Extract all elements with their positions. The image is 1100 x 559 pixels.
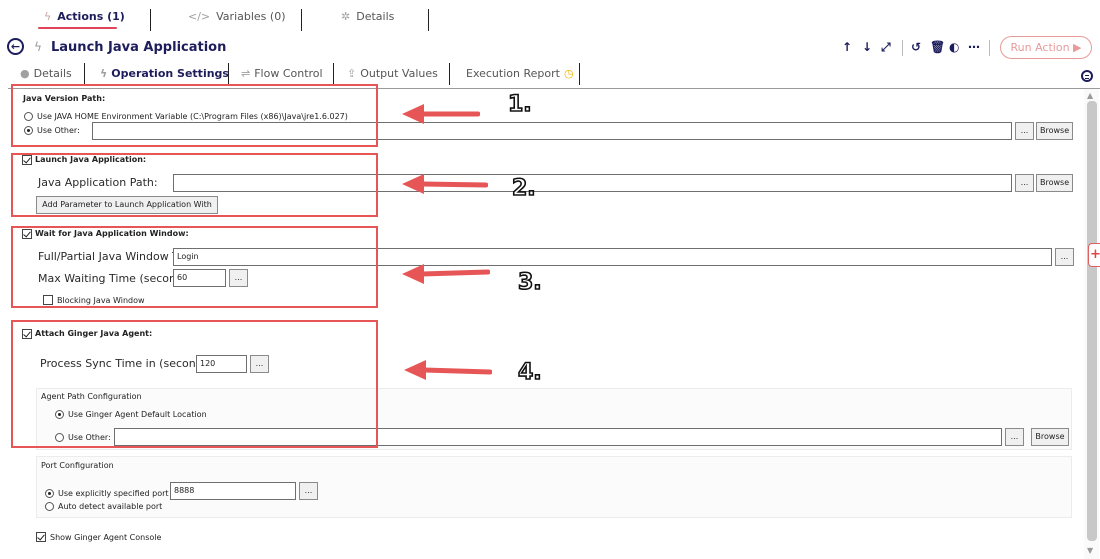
subtab-flow-control-label: Flow Control xyxy=(254,67,323,80)
tab-divider xyxy=(428,9,429,31)
annotation-arrow-2 xyxy=(402,174,488,194)
ellipsis-button[interactable]: ... xyxy=(1055,248,1074,266)
more-icon[interactable]: ⋯ xyxy=(968,40,980,54)
browse-button[interactable]: Browse xyxy=(1031,428,1069,446)
subtab-execution-report-label: Execution Report xyxy=(466,67,560,80)
ellipsis-button[interactable]: ... xyxy=(1005,428,1024,446)
run-action-button[interactable]: Run Action ▶ xyxy=(1000,36,1092,59)
tab-divider xyxy=(150,9,151,31)
annotation-step-2: 2. xyxy=(511,175,536,202)
tab-details-label: Details xyxy=(356,10,395,23)
clock-icon: ◷ xyxy=(563,67,574,80)
toolbar-divider xyxy=(902,40,903,56)
tab-variables-label: Variables (0) xyxy=(216,10,286,23)
explicit-port-label: Use explicitly specified port xyxy=(58,489,169,498)
tab-variables[interactable]: </> Variables (0) xyxy=(188,10,286,23)
back-icon[interactable]: ← xyxy=(7,38,24,55)
subtab-flow-control[interactable]: ⇌ Flow Control xyxy=(241,67,323,80)
radio-explicit-port[interactable] xyxy=(45,489,54,498)
active-tab-underline xyxy=(38,27,117,29)
subtab-details-label: Details xyxy=(33,67,72,80)
show-console-label: Show Ginger Agent Console xyxy=(50,533,162,542)
annotation-step-4: 4. xyxy=(517,359,542,386)
move-up-icon[interactable]: ↑ xyxy=(842,40,852,54)
expand-icon[interactable]: ⤢ xyxy=(881,40,891,55)
auto-port-label: Auto detect available port xyxy=(58,502,163,511)
bolt-icon: ϟ xyxy=(100,67,108,80)
add-panel-icon[interactable]: + xyxy=(1088,243,1100,267)
move-down-icon[interactable]: ↓ xyxy=(862,40,872,54)
port-config-heading: Port Configuration xyxy=(41,461,114,470)
annotation-arrow-1 xyxy=(402,104,480,124)
subtab-operation-settings-label: Operation Settings xyxy=(111,67,229,80)
scroll-down-icon[interactable]: ▼ xyxy=(1087,546,1093,555)
tab-divider xyxy=(579,63,580,85)
info-icon: ● xyxy=(20,67,30,80)
subtab-execution-report[interactable]: Execution Report ◷ xyxy=(466,67,578,80)
tab-actions-label: Actions (1) xyxy=(57,10,125,23)
page-title: Launch Java Application xyxy=(51,40,227,55)
bolt-icon: ϟ xyxy=(34,40,42,54)
subtab-details[interactable]: ● Details xyxy=(20,67,72,80)
tab-details[interactable]: ✲ Details xyxy=(341,10,394,23)
bolt-icon: ϟ xyxy=(44,10,52,23)
subtab-output-values[interactable]: ⇪ Output Values xyxy=(347,67,438,80)
ellipsis-button[interactable]: ... xyxy=(1015,122,1034,140)
top-tab-bar: ϟ Actions (1) </> Variables (0) ✲ Details xyxy=(0,0,1100,34)
annotation-box-3 xyxy=(11,226,378,308)
tab-divider xyxy=(449,63,450,85)
tab-divider xyxy=(84,63,85,85)
annotation-arrow-3 xyxy=(402,264,490,284)
show-console-checkbox[interactable] xyxy=(36,532,46,542)
tab-divider xyxy=(333,63,334,85)
annotation-box-4 xyxy=(11,320,378,448)
ellipsis-button[interactable]: ... xyxy=(299,482,318,500)
ellipsis-button[interactable]: ... xyxy=(1015,174,1034,192)
tab-actions[interactable]: ϟ Actions (1) xyxy=(44,10,125,23)
undo-icon[interactable]: ↺ xyxy=(911,40,921,54)
browse-button[interactable]: Browse xyxy=(1036,122,1073,140)
browse-button[interactable]: Browse xyxy=(1036,174,1073,192)
annotation-box-2 xyxy=(11,153,378,217)
delete-icon[interactable]: 🗑 xyxy=(930,40,945,54)
annotation-arrow-4 xyxy=(404,360,492,380)
subtab-output-values-label: Output Values xyxy=(360,67,438,80)
toggle-icon[interactable]: ◐ xyxy=(949,40,959,54)
annotation-step-3: 3. xyxy=(517,269,542,296)
tab-divider xyxy=(228,63,229,85)
subtab-operation-settings[interactable]: ϟ Operation Settings xyxy=(100,67,229,80)
port-input[interactable]: 8888 xyxy=(170,482,296,500)
upload-icon: ⇪ xyxy=(347,67,357,80)
code-icon: </> xyxy=(188,10,211,23)
tab-divider xyxy=(301,9,302,31)
gear-icon: ✲ xyxy=(341,10,351,23)
radio-auto-port[interactable] xyxy=(45,502,54,511)
toolbar-divider xyxy=(989,40,990,56)
scroll-up-icon[interactable]: ▲ xyxy=(1087,91,1093,100)
signpost-icon: ⇌ xyxy=(241,67,251,80)
annotation-step-1: 1. xyxy=(507,91,532,118)
annotation-box-1 xyxy=(11,84,378,147)
globe-icon[interactable] xyxy=(1081,70,1093,82)
scrollbar-thumb[interactable] xyxy=(1087,101,1097,541)
